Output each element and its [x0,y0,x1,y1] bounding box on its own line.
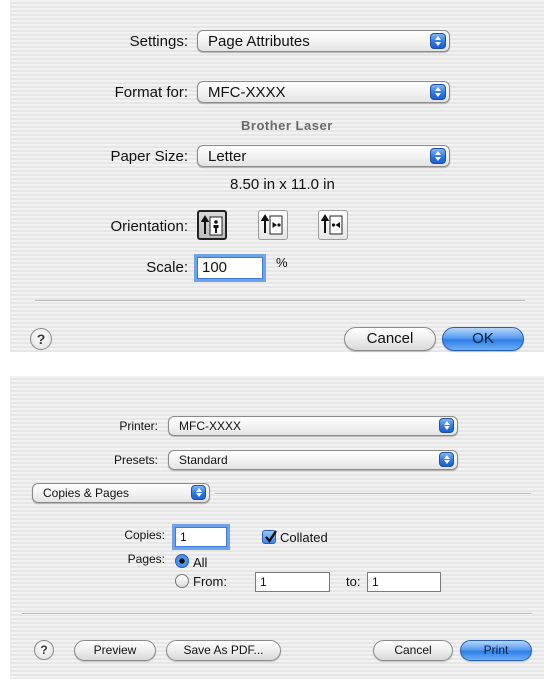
orientation-landscape-right-button[interactable] [318,210,348,240]
format-for-label: Format for: [114,84,188,101]
collated-label: Collated [280,530,328,545]
help-button[interactable]: ? [30,328,52,350]
section-popup[interactable]: Copies & Pages [32,483,210,503]
paper-size-label: Paper Size: [110,148,188,165]
pages-from-label: From: [193,574,227,589]
preview-button[interactable]: Preview [74,640,156,661]
pages-label: Pages: [127,552,165,566]
orientation-label: Orientation: [110,218,188,235]
save-as-pdf-button[interactable]: Save As PDF... [166,640,281,661]
presets-label: Presets: [113,453,158,467]
presets-value: Standard [179,453,228,467]
pages-from-input[interactable]: 1 [255,572,330,592]
popup-arrows-icon [191,485,206,500]
popup-arrows-icon [430,84,446,100]
page-setup-dialog: Settings: Page Attributes Format for: MF… [10,0,544,352]
copies-input[interactable]: 1 [175,527,227,547]
print-button[interactable]: Print [460,640,532,661]
settings-label: Settings: [129,33,188,50]
pages-all-label: All [193,555,208,570]
scale-unit: % [276,255,288,270]
scale-label: Scale: [146,259,188,276]
popup-arrows-icon [430,33,446,49]
landscape-right-orientation-icon [321,214,343,235]
printer-label: Printer: [119,419,158,433]
format-for-value: MFC-XXXX [208,84,286,101]
pages-to-label: to: [346,574,361,589]
pages-all-radio[interactable] [175,554,189,568]
checkmark-icon [265,530,277,543]
paper-dimensions: 8.50 in x 11.0 in [230,176,335,193]
collated-checkbox[interactable] [262,530,277,544]
portrait-orientation-icon [201,215,223,236]
settings-popup[interactable]: Page Attributes [197,30,450,52]
paper-size-value: Letter [208,148,247,165]
cancel-button[interactable]: Cancel [344,327,436,351]
separator [215,493,531,495]
ok-button[interactable]: OK [442,327,524,351]
printer-value: MFC-XXXX [179,419,242,433]
section-value: Copies & Pages [43,486,130,500]
scale-input[interactable]: 100 [197,257,263,279]
help-button[interactable]: ? [34,640,54,660]
popup-arrows-icon [430,148,446,164]
presets-popup[interactable]: Standard [168,450,458,470]
printer-popup[interactable]: MFC-XXXX [168,416,458,436]
separator [35,300,525,302]
orientation-portrait-button[interactable] [197,210,227,240]
paper-size-popup[interactable]: Letter [197,145,450,167]
landscape-left-orientation-icon [261,214,283,235]
printer-description: Brother Laser [241,118,333,133]
copies-label: Copies: [124,528,165,542]
pages-from-radio[interactable] [175,574,189,588]
cancel-button[interactable]: Cancel [373,640,453,661]
settings-value: Page Attributes [208,33,310,50]
popup-arrows-icon [439,418,454,433]
pages-to-input[interactable]: 1 [367,572,441,592]
orientation-landscape-left-button[interactable] [258,210,288,240]
separator [22,613,532,615]
format-for-popup[interactable]: MFC-XXXX [197,81,450,103]
print-dialog: Printer: MFC-XXXX Presets: Standard Copi… [10,376,544,679]
popup-arrows-icon [439,452,454,467]
